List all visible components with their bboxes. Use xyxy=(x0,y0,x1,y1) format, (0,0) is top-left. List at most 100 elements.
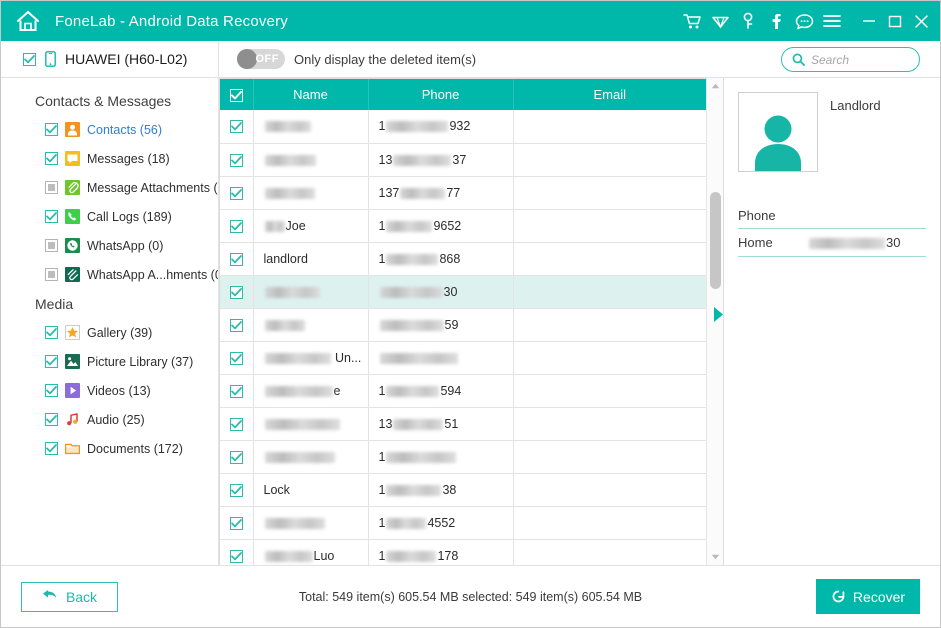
deleted-filter: OFF Only display the deleted item(s) xyxy=(237,49,476,69)
row-checkbox[interactable] xyxy=(230,220,243,233)
sidebar-item-checkbox[interactable] xyxy=(45,181,58,194)
minimize-icon[interactable] xyxy=(856,1,882,41)
row-checkbox[interactable] xyxy=(230,418,243,431)
table-row[interactable]: Lock138 xyxy=(220,473,706,506)
cell-phone-prefix: 1 xyxy=(379,450,386,464)
row-checkbox-cell[interactable] xyxy=(220,275,253,308)
scroll-down-icon[interactable] xyxy=(707,549,724,565)
sidebar-item-checkbox[interactable] xyxy=(45,413,58,426)
table-row[interactable]: Joe 19652 xyxy=(220,209,706,242)
table-row[interactable]: 1337 xyxy=(220,143,706,176)
redacted-text xyxy=(386,518,426,529)
panel-collapse-icon[interactable] xyxy=(712,305,724,323)
table-row[interactable]: 30 xyxy=(220,275,706,308)
contacts-table: Name Phone Email 1932133713777Joe 19652l… xyxy=(220,79,706,565)
sidebar-item-audio-25[interactable]: Audio (25) xyxy=(1,405,218,434)
sidebar-item-videos-13[interactable]: Videos (13) xyxy=(1,376,218,405)
sidebar-item-contacts-56[interactable]: Contacts (56) xyxy=(1,115,218,144)
row-checkbox[interactable] xyxy=(230,154,243,167)
facebook-icon[interactable] xyxy=(762,1,790,41)
row-checkbox-cell[interactable] xyxy=(220,506,253,539)
row-checkbox[interactable] xyxy=(230,352,243,365)
sidebar-item-checkbox[interactable] xyxy=(45,442,58,455)
table-row[interactable]: 1932 xyxy=(220,110,706,143)
recover-button[interactable]: Recover xyxy=(816,579,920,614)
row-checkbox-cell[interactable] xyxy=(220,110,253,143)
sidebar-item-checkbox[interactable] xyxy=(45,152,58,165)
close-icon[interactable] xyxy=(908,1,934,41)
table-row[interactable]: 1351 xyxy=(220,407,706,440)
column-header-name[interactable]: Name xyxy=(253,79,368,110)
column-header-phone[interactable]: Phone xyxy=(368,79,513,110)
row-checkbox-cell[interactable] xyxy=(220,209,253,242)
row-checkbox[interactable] xyxy=(230,253,243,266)
device-row[interactable]: HUAWEI (H60-L02) xyxy=(1,41,219,78)
sidebar-item-whatsapp-0[interactable]: WhatsApp (0) xyxy=(1,231,218,260)
row-checkbox[interactable] xyxy=(230,451,243,464)
cell-phone: 1932 xyxy=(368,110,513,143)
row-checkbox[interactable] xyxy=(230,385,243,398)
row-checkbox[interactable] xyxy=(230,120,243,133)
select-all-header[interactable] xyxy=(220,79,253,110)
deleted-items-toggle[interactable]: OFF xyxy=(237,49,285,69)
redacted-text xyxy=(380,353,458,364)
table-row[interactable]: 59 xyxy=(220,308,706,341)
table-row[interactable]: 14552 xyxy=(220,506,706,539)
sidebar-item-picture-library-37[interactable]: Picture Library (37) xyxy=(1,347,218,376)
row-checkbox-cell[interactable] xyxy=(220,440,253,473)
key-icon[interactable] xyxy=(734,1,762,41)
row-checkbox[interactable] xyxy=(230,484,243,497)
row-checkbox-cell[interactable] xyxy=(220,143,253,176)
table-row[interactable]: 13777 xyxy=(220,176,706,209)
sidebar-item-checkbox[interactable] xyxy=(45,210,58,223)
row-checkbox[interactable] xyxy=(230,319,243,332)
sidebar-item-call-logs-189[interactable]: Call Logs (189) xyxy=(1,202,218,231)
cart-icon[interactable] xyxy=(678,1,706,41)
sidebar-item-checkbox[interactable] xyxy=(45,326,58,339)
sidebar-group-title: Media xyxy=(1,289,218,318)
table-row[interactable]: e1594 xyxy=(220,374,706,407)
table-row[interactable]: landlord1868 xyxy=(220,242,706,275)
row-checkbox[interactable] xyxy=(230,286,243,299)
sidebar-item-checkbox[interactable] xyxy=(45,268,58,281)
table-row[interactable]: 1 xyxy=(220,440,706,473)
back-button[interactable]: Back xyxy=(21,582,118,612)
table-row[interactable]: Luo 1178 xyxy=(220,539,706,565)
column-header-email[interactable]: Email xyxy=(513,79,706,110)
row-checkbox[interactable] xyxy=(230,550,243,563)
menu-icon[interactable] xyxy=(818,1,846,41)
scroll-up-icon[interactable] xyxy=(707,78,724,94)
sidebar-item-gallery-39[interactable]: Gallery (39) xyxy=(1,318,218,347)
gallery-star-icon xyxy=(65,325,80,340)
row-checkbox-cell[interactable] xyxy=(220,473,253,506)
home-icon[interactable] xyxy=(7,1,49,41)
diamond-icon[interactable] xyxy=(706,1,734,41)
device-checkbox[interactable] xyxy=(23,53,36,66)
row-checkbox-cell[interactable] xyxy=(220,176,253,209)
sidebar-item-message-attachments-0[interactable]: Message Attachments (0) xyxy=(1,173,218,202)
cell-email xyxy=(513,209,706,242)
select-all-checkbox[interactable] xyxy=(230,89,243,102)
table-row[interactable]: Un... xyxy=(220,341,706,374)
cell-phone-suffix: 77 xyxy=(446,186,460,200)
scrollbar-thumb[interactable] xyxy=(710,192,721,289)
chat-icon[interactable] xyxy=(790,1,818,41)
row-checkbox[interactable] xyxy=(230,187,243,200)
row-checkbox-cell[interactable] xyxy=(220,374,253,407)
sidebar-item-checkbox[interactable] xyxy=(45,355,58,368)
row-checkbox[interactable] xyxy=(230,517,243,530)
row-checkbox-cell[interactable] xyxy=(220,308,253,341)
row-checkbox-cell[interactable] xyxy=(220,341,253,374)
sidebar-item-checkbox[interactable] xyxy=(45,123,58,136)
search-input[interactable] xyxy=(811,53,909,67)
search-box[interactable] xyxy=(781,47,920,72)
maximize-icon[interactable] xyxy=(882,1,908,41)
row-checkbox-cell[interactable] xyxy=(220,407,253,440)
row-checkbox-cell[interactable] xyxy=(220,539,253,565)
sidebar-item-whatsapp-a-hments-0[interactable]: WhatsApp A...hments (0) xyxy=(1,260,218,289)
sidebar-item-checkbox[interactable] xyxy=(45,239,58,252)
sidebar-item-documents-172[interactable]: Documents (172) xyxy=(1,434,218,463)
sidebar-item-messages-18[interactable]: Messages (18) xyxy=(1,144,218,173)
sidebar-item-checkbox[interactable] xyxy=(45,384,58,397)
row-checkbox-cell[interactable] xyxy=(220,242,253,275)
